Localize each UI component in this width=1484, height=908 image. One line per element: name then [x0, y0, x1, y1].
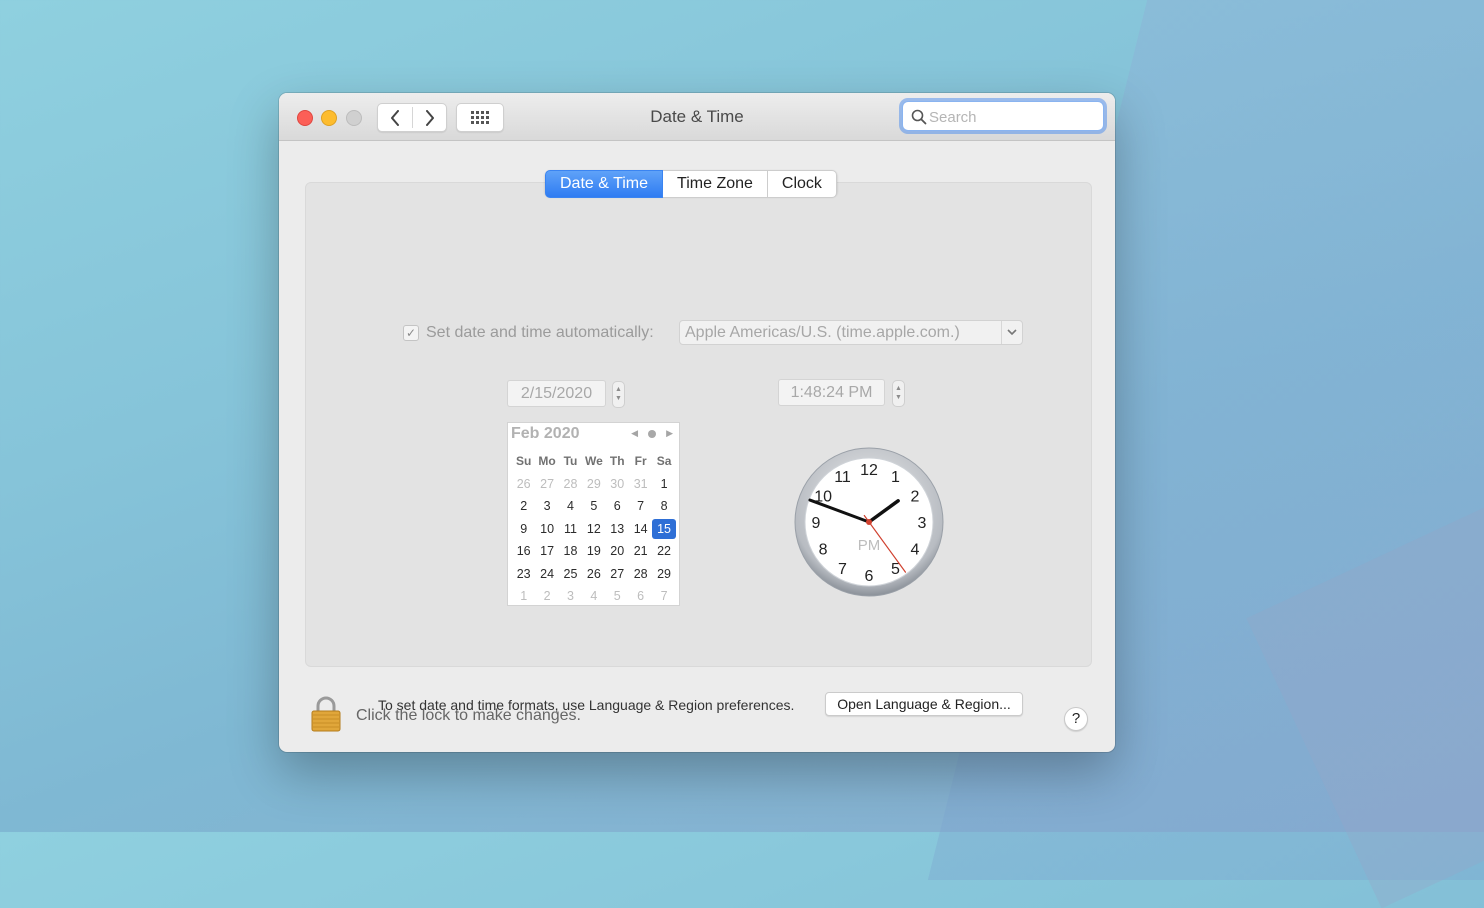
calendar-weekday: Tu — [563, 454, 578, 469]
chevron-down-icon — [1001, 321, 1022, 344]
calendar-day[interactable]: 26 — [582, 563, 605, 586]
time-server-value: Apple Americas/U.S. (time.apple.com.) — [685, 324, 960, 341]
calendar-day[interactable]: 9 — [512, 518, 535, 541]
lock-label: Click the lock to make changes. — [356, 707, 581, 724]
clock-number: 6 — [865, 568, 874, 585]
calendar-day[interactable]: 7 — [652, 585, 675, 608]
calendar-weekday: Fr — [634, 454, 647, 469]
stepper-down-icon: ▼ — [615, 395, 622, 402]
clock-period: PM — [858, 537, 881, 554]
help-button[interactable]: ? — [1064, 707, 1088, 731]
tab-date-time[interactable]: Date & Time — [545, 170, 664, 198]
calendar-day[interactable]: 3 — [535, 495, 558, 518]
calendar-day[interactable]: 22 — [652, 540, 675, 563]
clock-number: 9 — [812, 515, 821, 532]
previous-month-icon[interactable]: ◀ — [631, 428, 638, 439]
clock-number: 1 — [891, 469, 900, 486]
search-input[interactable] — [927, 105, 1101, 129]
calendar-day[interactable]: 5 — [582, 495, 605, 518]
auto-time-checkbox[interactable]: ✓ — [403, 325, 419, 341]
calendar-day[interactable]: 20 — [606, 540, 629, 563]
calendar-day[interactable]: 21 — [629, 540, 652, 563]
calendar-day[interactable]: 2 — [535, 585, 558, 608]
clock-number: 12 — [860, 462, 878, 479]
calendar-day[interactable]: 19 — [582, 540, 605, 563]
tab-clock[interactable]: Clock — [767, 170, 837, 198]
calendar-day[interactable]: 4 — [559, 495, 582, 518]
time-stepper[interactable]: ▲ ▼ — [892, 380, 905, 407]
today-button[interactable] — [648, 429, 657, 438]
calendar: Feb 2020 ◀ ▶ Su Mo Tu We Th Fr Sa 26 27 28 29 30 31 1… — [507, 422, 680, 606]
analog-clock: 12 1234567891011PM — [794, 447, 944, 597]
calendar-day[interactable]: 13 — [606, 518, 629, 541]
auto-time-label: Set date and time automatically: — [426, 324, 654, 341]
clock-number: 4 — [910, 542, 919, 559]
clock-number: 11 — [834, 469, 851, 486]
calendar-day[interactable]: 16 — [512, 540, 535, 563]
open-language-region-button[interactable]: Open Language & Region... — [825, 692, 1023, 716]
calendar-day[interactable]: 26 — [512, 473, 535, 496]
calendar-day[interactable]: 7 — [629, 495, 652, 518]
calendar-weekday: Su — [516, 454, 532, 469]
calendar-weekday: Sa — [656, 454, 672, 469]
calendar-day[interactable]: 28 — [559, 473, 582, 496]
preferences-window: Date & Time ✓ Set date and time automati… — [279, 93, 1115, 752]
search-icon — [911, 109, 927, 125]
calendar-day[interactable]: 31 — [629, 473, 652, 496]
clock-center — [866, 519, 872, 525]
calendar-grid: Su Mo Tu We Th Fr Sa 26 27 28 29 30 31 1 2 3 4 5 6 7 8 9 10 11 1… — [512, 450, 676, 608]
calendar-day[interactable]: 10 — [535, 518, 558, 541]
calendar-day[interactable]: 24 — [535, 563, 558, 586]
calendar-day[interactable]: 29 — [582, 473, 605, 496]
calendar-day[interactable]: 27 — [535, 473, 558, 496]
calendar-day[interactable]: 6 — [606, 495, 629, 518]
stepper-up-icon: ▲ — [615, 386, 622, 393]
stepper-down-icon: ▼ — [895, 394, 902, 401]
lock-icon[interactable] — [310, 696, 342, 732]
calendar-weekday: Mo — [538, 454, 556, 469]
time-field[interactable]: 1:48:24 PM — [778, 379, 885, 406]
title-bar: Date & Time — [279, 93, 1115, 141]
clock-number: 2 — [910, 489, 919, 506]
calendar-weekday: Th — [609, 454, 625, 469]
calendar-day[interactable]: 2 — [512, 495, 535, 518]
calendar-day[interactable]: 14 — [629, 518, 652, 541]
calendar-day[interactable]: 5 — [606, 585, 629, 608]
calendar-day[interactable]: 28 — [629, 563, 652, 586]
calendar-day[interactable]: 11 — [559, 518, 582, 541]
date-stepper[interactable]: ▲ ▼ — [612, 381, 625, 408]
calendar-day[interactable]: 29 — [652, 563, 675, 586]
calendar-day[interactable]: 25 — [559, 563, 582, 586]
calendar-day[interactable]: 1 — [652, 473, 675, 496]
clock-number: 7 — [838, 561, 847, 578]
time-server-select[interactable]: Apple Americas/U.S. (time.apple.com.) — [679, 320, 1023, 345]
calendar-day[interactable]: 6 — [629, 585, 652, 608]
clock-number: 8 — [819, 542, 828, 559]
calendar-day[interactable]: 23 — [512, 563, 535, 586]
calendar-day[interactable]: 4 — [582, 585, 605, 608]
calendar-month-label: Feb 2020 — [511, 425, 580, 442]
calendar-day[interactable]: 17 — [535, 540, 558, 563]
calendar-day[interactable]: 3 — [559, 585, 582, 608]
auto-time-row: ✓ Set date and time automatically: — [403, 321, 654, 345]
calendar-day[interactable]: 1 — [512, 585, 535, 608]
tab-time-zone[interactable]: Time Zone — [663, 170, 768, 198]
calendar-day[interactable]: 8 — [652, 495, 675, 518]
date-field[interactable]: 2/15/2020 — [507, 380, 606, 407]
search-field[interactable] — [902, 101, 1104, 131]
calendar-nav: ◀ ▶ — [631, 428, 673, 439]
stepper-up-icon: ▲ — [895, 385, 902, 392]
calendar-day[interactable]: 27 — [606, 563, 629, 586]
calendar-weekday: We — [584, 454, 603, 469]
clock-number: 3 — [918, 515, 927, 532]
tab-bar: Date & Time Time Zone Clock — [545, 170, 837, 198]
next-month-icon[interactable]: ▶ — [666, 428, 673, 439]
content-panel: ✓ Set date and time automatically: Apple… — [305, 182, 1092, 716]
calendar-day[interactable]: 30 — [606, 473, 629, 496]
calendar-day-selected[interactable]: 15 — [652, 518, 676, 539]
calendar-day[interactable]: 18 — [559, 540, 582, 563]
calendar-day[interactable]: 12 — [582, 518, 605, 541]
